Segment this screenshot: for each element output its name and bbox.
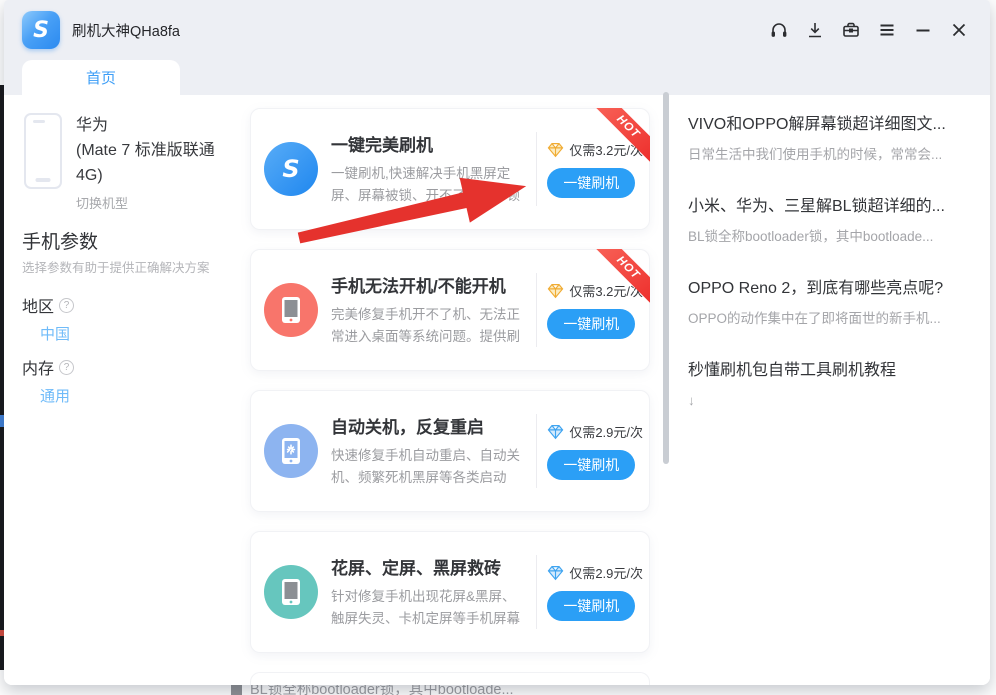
card-divider [536, 414, 537, 488]
card-actions: 仅需2.9元/次 一键刷机 [547, 563, 649, 621]
device-model: (Mate 7 标准版联通4G) [76, 138, 232, 188]
card-description: 快速修复手机自动重启、自动关机、频繁死机黑屏等各类启动异... [331, 445, 526, 489]
article-subtitle: 日常生活中我们使用手机的时候，常常会... [688, 143, 984, 166]
phone-params-title: 手机参数 [22, 227, 98, 254]
article-subtitle: ↓ [688, 389, 984, 412]
article-title[interactable]: OPPO Reno 2，到底有哪些亮点呢? [688, 276, 984, 302]
download-icon[interactable] [804, 19, 826, 41]
card-description: 针对修复手机出现花屏&黑屏、触屏失灵、卡机定屏等手机屏幕故... [331, 586, 526, 630]
app-logo-icon: S [22, 11, 60, 49]
article-title[interactable]: VIVO和OPPO解屏幕锁超详细图文... [688, 112, 984, 138]
flash-s-icon: S [264, 142, 318, 196]
card-title: 一键完美刷机 [331, 131, 526, 156]
article-item[interactable]: VIVO和OPPO解屏幕锁超详细图文... 日常生活中我们使用手机的时候，常常会… [688, 112, 984, 166]
one-key-flash-button[interactable]: 一键刷机 [547, 168, 635, 198]
desktop: BL锁全称bootloader锁，其中bootloade... S 刷机大神QH… [0, 0, 996, 695]
memory-label-text: 内存 [22, 355, 54, 379]
memory-label: 内存 ? [22, 355, 74, 379]
service-card-noboot[interactable]: 手机无法开机/不能开机 完美修复手机开不了机、无法正常进入桌面等系统问题。提供刷… [250, 249, 650, 371]
one-key-flash-button[interactable]: 一键刷机 [547, 450, 635, 480]
device-info: 华为 (Mate 7 标准版联通4G) 切换机型 [76, 113, 232, 216]
help-icon[interactable]: ? [59, 298, 74, 313]
current-device: 华为 (Mate 7 标准版联通4G) 切换机型 [24, 113, 232, 216]
card-divider [536, 273, 537, 347]
hot-ribbon: HOT [588, 108, 650, 170]
hot-ribbon-label: HOT [588, 108, 650, 167]
price-text: 仅需2.9元/次 [569, 422, 643, 441]
card-actions: 仅需2.9元/次 一键刷机 [547, 422, 649, 480]
card-description: 一键刷机,快速解决手机黑屏定屏、屏幕被锁、开不了机、卡顿发热... [331, 163, 526, 207]
headset-icon[interactable] [768, 19, 790, 41]
app-window: S 刷机大神QHa8fa [4, 0, 990, 685]
article-item[interactable]: 小米、华为、三星解BL锁超详细的... BL锁全称bootloader锁，其中b… [688, 194, 984, 248]
app-title: 刷机大神QHa8fa [72, 20, 180, 41]
price-row: 仅需2.9元/次 [547, 422, 643, 441]
region-value[interactable]: 中国 [40, 323, 70, 344]
price-text: 仅需2.9元/次 [569, 563, 643, 582]
card-description: 完美修复手机开不了机、无法正常进入桌面等系统问题。提供刷机... [331, 304, 526, 348]
phone-screen-icon [264, 565, 318, 619]
service-card-flash[interactable]: S 一键完美刷机 一键刷机,快速解决手机黑屏定屏、屏幕被锁、开不了机、卡顿发热.… [250, 108, 650, 230]
phone-reboot-icon [264, 424, 318, 478]
card-text: 一键完美刷机 一键刷机,快速解决手机黑屏定屏、屏幕被锁、开不了机、卡顿发热... [331, 131, 526, 207]
article-subtitle: BL锁全称bootloader锁，其中bootloade... [688, 225, 984, 248]
device-panel: 华为 (Mate 7 标准版联通4G) 切换机型 手机参数 选择参数有助于提供正… [4, 95, 250, 685]
article-item[interactable]: OPPO Reno 2，到底有哪些亮点呢? OPPO的动作集中在了即将面世的新手… [688, 276, 984, 330]
titlebar: S 刷机大神QHa8fa [4, 0, 990, 60]
hot-ribbon: HOT [588, 249, 650, 311]
content: 华为 (Mate 7 标准版联通4G) 切换机型 手机参数 选择参数有助于提供正… [4, 95, 990, 685]
service-card-partial [250, 672, 650, 685]
svg-text:S: S [33, 18, 49, 43]
memory-value[interactable]: 通用 [40, 385, 70, 406]
gold-gem-icon [547, 283, 564, 299]
price-row: 仅需2.9元/次 [547, 563, 643, 582]
phone-illustration-icon [24, 113, 62, 189]
close-icon[interactable] [948, 19, 970, 41]
gold-gem-icon [547, 142, 564, 158]
region-label: 地区 ? [22, 293, 74, 317]
help-icon[interactable]: ? [59, 360, 74, 375]
service-card-screen[interactable]: 花屏、定屏、黑屏救砖 针对修复手机出现花屏&黑屏、触屏失灵、卡机定屏等手机屏幕故… [250, 531, 650, 653]
card-text: 花屏、定屏、黑屏救砖 针对修复手机出现花屏&黑屏、触屏失灵、卡机定屏等手机屏幕故… [331, 554, 526, 630]
hot-ribbon-label: HOT [588, 249, 650, 308]
article-subtitle: OPPO的动作集中在了即将面世的新手机... [688, 307, 984, 330]
card-divider [536, 132, 537, 206]
card-title: 花屏、定屏、黑屏救砖 [331, 554, 526, 579]
card-text: 手机无法开机/不能开机 完美修复手机开不了机、无法正常进入桌面等系统问题。提供刷… [331, 272, 526, 348]
card-title: 自动关机，反复重启 [331, 413, 526, 438]
minimize-icon[interactable] [912, 19, 934, 41]
menu-icon[interactable] [876, 19, 898, 41]
device-brand: 华为 [76, 113, 232, 138]
blue-gem-icon [547, 424, 564, 440]
titlebar-actions [768, 0, 970, 60]
region-label-text: 地区 [22, 293, 54, 317]
phone-noboot-icon [264, 283, 318, 337]
switch-model-link[interactable]: 切换机型 [76, 191, 232, 216]
toolbox-icon[interactable] [840, 19, 862, 41]
article-panel: VIVO和OPPO解屏幕锁超详细图文... 日常生活中我们使用手机的时候，常常会… [688, 112, 984, 440]
blue-gem-icon [547, 565, 564, 581]
tab-home[interactable]: 首页 [22, 60, 180, 95]
one-key-flash-button[interactable]: 一键刷机 [547, 591, 635, 621]
background-window-bullet [231, 684, 242, 695]
one-key-flash-button[interactable]: 一键刷机 [547, 309, 635, 339]
article-title[interactable]: 小米、华为、三星解BL锁超详细的... [688, 194, 984, 220]
svg-text:S: S [282, 155, 299, 183]
article-title[interactable]: 秒懂刷机包自带工具刷机教程 [688, 358, 984, 384]
card-divider [536, 555, 537, 629]
service-card-list: S 一键完美刷机 一键刷机,快速解决手机黑屏定屏、屏幕被锁、开不了机、卡顿发热.… [250, 108, 650, 685]
phone-params-subtitle: 选择参数有助于提供正确解决方案 [22, 257, 210, 276]
card-title: 手机无法开机/不能开机 [331, 272, 526, 297]
scrollbar-thumb[interactable] [663, 92, 669, 464]
article-item[interactable]: 秒懂刷机包自带工具刷机教程 ↓ [688, 358, 984, 412]
card-text: 自动关机，反复重启 快速修复手机自动重启、自动关机、频繁死机黑屏等各类启动异..… [331, 413, 526, 489]
tabbar: 首页 [4, 60, 990, 95]
service-card-reboot[interactable]: 自动关机，反复重启 快速修复手机自动重启、自动关机、频繁死机黑屏等各类启动异..… [250, 390, 650, 512]
